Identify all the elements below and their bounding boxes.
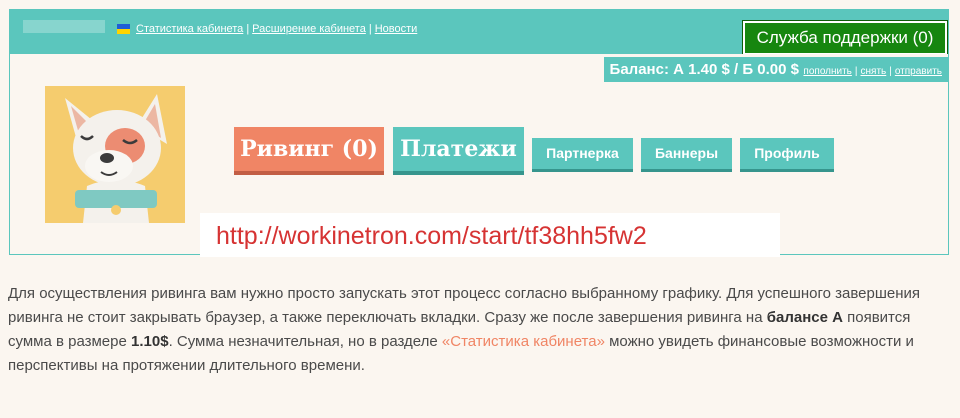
stats-link[interactable]: Статистика кабинета — [136, 23, 243, 35]
desc-part3: . Сумма незначительная, но в разделе — [168, 333, 442, 350]
dog-illustration — [65, 94, 167, 223]
riving-button[interactable]: Ривинг (0) — [234, 127, 384, 171]
ukraine-flag-icon[interactable] — [117, 24, 130, 34]
support-button[interactable]: Служба поддержки (0) — [742, 20, 948, 56]
balance-bar: Баланс: А 1.40 $ / Б 0.00 $ пополнить | сн… — [603, 57, 948, 82]
separator: | — [246, 23, 250, 35]
partner-button[interactable]: Партнерка — [532, 138, 633, 169]
banners-button[interactable]: Баннеры — [641, 138, 732, 169]
deposit-link[interactable]: пополнить — [803, 66, 851, 77]
separator: | — [368, 23, 372, 35]
desc-bold1: балансе А — [766, 309, 843, 326]
url-overlay: http://workinetron.com/start/tf38hh5fw2 — [200, 213, 780, 257]
expand-link[interactable]: Расширение кабинета — [252, 23, 366, 35]
cartoon-dog-avatar — [45, 86, 185, 223]
top-links: Статистика кабинета | Расширение кабинета |… — [136, 23, 417, 35]
stats-inline-link[interactable]: «Статистика кабинета» — [442, 333, 605, 350]
separator: | — [854, 66, 858, 77]
news-link[interactable]: Новости — [375, 23, 418, 35]
profile-button[interactable]: Профиль — [740, 138, 834, 169]
payments-button[interactable]: Платежи — [393, 127, 524, 171]
top-bar: Статистика кабинета | Расширение кабинета |… — [9, 9, 949, 56]
desc-bold2: 1.10$ — [131, 333, 169, 350]
send-link[interactable]: отправить — [895, 66, 942, 77]
balance-text: Баланс: А 1.40 $ / Б 0.00 $ — [609, 61, 799, 78]
withdraw-link[interactable]: снять — [861, 66, 887, 77]
description-text: Для осуществления ривинга вам нужно прос… — [8, 282, 948, 378]
blurred-username — [23, 20, 105, 33]
separator: | — [889, 66, 892, 77]
